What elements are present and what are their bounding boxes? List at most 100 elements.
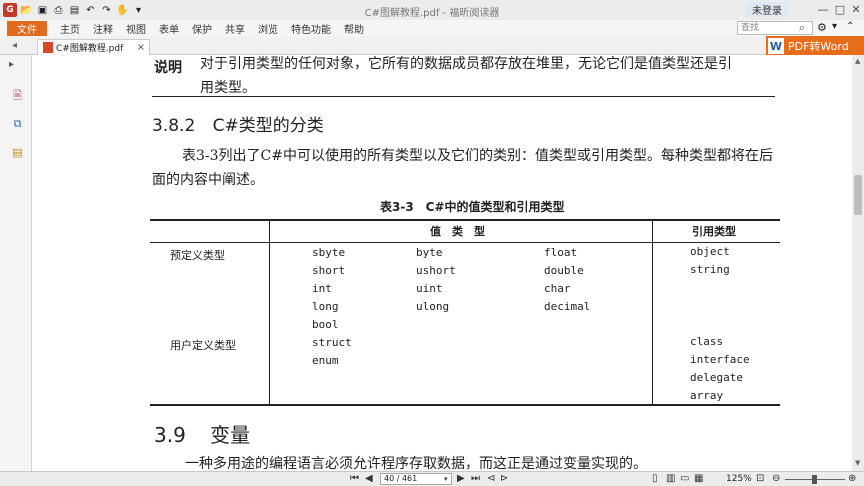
layers-icon[interactable]: ▤ — [11, 145, 24, 159]
menu-protect[interactable]: 保护 — [192, 21, 212, 36]
ref-keyword: class — [690, 335, 724, 348]
menu-help[interactable]: 帮助 — [344, 21, 364, 36]
window-title: C#图解教程.pdf - 福昕阅读器 — [364, 8, 500, 19]
facing-page-icon[interactable]: ▦ — [694, 473, 703, 484]
next-page-icon[interactable]: ▶ — [457, 473, 465, 484]
scroll-thumb[interactable] — [854, 175, 862, 215]
zoom-slider-handle[interactable] — [812, 475, 817, 484]
tab-bar: ◂ C#图解教程.pdf × — [0, 37, 864, 55]
menu-form[interactable]: 表单 — [159, 21, 179, 36]
table-header-ref: 引用类型 — [692, 225, 736, 238]
section-title: C#类型的分类 — [212, 116, 324, 136]
document-tab[interactable]: C#图解教程.pdf × — [37, 39, 150, 55]
menu-home[interactable]: 主页 — [60, 21, 80, 36]
ref-keyword: interface — [690, 353, 750, 366]
app-logo: G — [3, 3, 17, 17]
bottom-paragraph: 一种多用途的编程语言必须允许程序存取数据，而这正是通过变量实现的。 — [185, 456, 647, 471]
undo-icon[interactable]: ↶ — [84, 4, 97, 17]
pages-icon[interactable]: ⧉ — [11, 117, 24, 131]
type-keyword: uint — [416, 282, 443, 295]
save-as-icon[interactable]: ▤ — [68, 4, 81, 17]
menu-features[interactable]: 特色功能 — [291, 21, 331, 36]
section-number: 3.8.2 — [152, 116, 196, 136]
scroll-down-icon[interactable]: ▼ — [855, 459, 860, 467]
redo-icon[interactable]: ↷ — [100, 4, 113, 17]
pdf-to-word-button[interactable]: W PDF转Word — [766, 36, 864, 56]
type-keyword: double — [544, 264, 584, 277]
search-icon[interactable]: ⌕ — [799, 21, 805, 35]
type-keyword: decimal — [544, 300, 591, 313]
page-back-icon[interactable]: ⊲ — [487, 473, 495, 484]
zoom-level[interactable]: 125% — [726, 474, 752, 484]
collapse-ribbon-icon[interactable]: ⌃ — [846, 21, 854, 32]
minimize-button[interactable]: — — [815, 1, 831, 17]
menu-file[interactable]: 文件 — [7, 21, 47, 36]
ref-keyword: delegate — [690, 371, 743, 384]
login-button[interactable]: 未登录 — [746, 2, 788, 17]
dropdown-icon[interactable]: ▾ — [832, 21, 837, 32]
scroll-up-icon[interactable]: ▲ — [855, 57, 860, 65]
pdf-to-word-label: PDF转Word — [788, 40, 849, 53]
type-keyword: bool — [312, 318, 339, 331]
pdf-file-icon — [43, 42, 53, 53]
print-icon[interactable]: ⎙ — [52, 4, 65, 17]
menu-browse[interactable]: 浏览 — [258, 21, 278, 36]
bookmark-icon[interactable]: 🗎 — [11, 89, 24, 103]
page-dropdown-icon[interactable]: ▾ — [444, 475, 448, 483]
hand-icon[interactable]: ✋ — [116, 4, 129, 17]
zoom-in-icon[interactable]: ⊕ — [848, 473, 856, 484]
prev-page-icon[interactable]: ◀ — [365, 473, 373, 484]
two-page-icon[interactable]: ▭ — [680, 473, 689, 484]
customize-icon[interactable]: ▾ — [132, 4, 145, 17]
type-keyword: short — [312, 264, 346, 277]
next-section-number: 3.9 — [154, 423, 186, 447]
maximize-button[interactable]: □ — [832, 1, 848, 17]
first-page-icon[interactable]: ⏮ — [350, 473, 359, 484]
section-heading: 3.8.2 C#类型的分类 — [152, 111, 324, 136]
tab-arrow-icon[interactable]: ◂ — [12, 40, 17, 51]
tab-label: C#图解教程.pdf — [56, 44, 124, 54]
last-page-icon[interactable]: ⏭ — [471, 473, 480, 484]
settings-icon[interactable]: ⚙ — [817, 21, 827, 34]
open-icon[interactable]: 📂 — [20, 4, 33, 17]
single-page-icon[interactable]: ▯ — [652, 473, 658, 484]
table-top-rule — [150, 219, 780, 221]
type-keyword: enum — [312, 354, 339, 367]
row-label-predefined: 预定义类型 — [170, 249, 225, 262]
row-label-user: 用户定义类型 — [170, 339, 236, 352]
ref-keyword: string — [690, 263, 730, 276]
type-keyword: int — [312, 282, 332, 295]
status-bar: ⏮ ◀ 40 / 461 ▾ ▶ ⏭ ⊲ ⊳ ▯ ▥ ▭ ▦ 125% ⊡ ⊖ … — [0, 471, 864, 486]
document-page: 说明 对于引用类型的任何对象，它所有的数据成员都存放在堆里，无论它们是值类型还是… — [32, 55, 852, 471]
paragraph: 表3-3列出了C#中可以使用的所有类型以及它们的类别：值类型或引用类型。每种类型… — [152, 148, 773, 188]
continuous-page-icon[interactable]: ▥ — [666, 473, 675, 484]
save-icon[interactable]: ▣ — [36, 4, 49, 17]
menu-view[interactable]: 视图 — [126, 21, 146, 36]
table-header-rule — [150, 242, 780, 243]
zoom-out-icon[interactable]: ⊖ — [772, 473, 780, 484]
tab-close-icon[interactable]: × — [137, 42, 145, 53]
type-keyword: ushort — [416, 264, 456, 277]
note-text: 对于引用类型的任何对象，它所有的数据成员都存放在堆里，无论它们是值类型还是引 用… — [200, 55, 780, 100]
page-forward-icon[interactable]: ⊳ — [500, 473, 508, 484]
ref-keyword: object — [690, 245, 730, 258]
type-keyword: struct — [312, 336, 352, 349]
table-caption: 表3-3 C#中的值类型和引用类型 — [380, 200, 565, 214]
fit-page-icon[interactable]: ⊡ — [756, 473, 764, 484]
expand-panel-icon[interactable]: ▸ — [9, 59, 14, 70]
page-number-input[interactable]: 40 / 461 — [380, 473, 452, 485]
close-button[interactable]: ✕ — [848, 1, 864, 17]
menu-comment[interactable]: 注释 — [93, 21, 113, 36]
type-keyword: long — [312, 300, 339, 313]
note-label: 说明 — [154, 60, 182, 76]
vertical-scrollbar[interactable]: ▲ ▼ — [852, 55, 864, 471]
type-keyword: char — [544, 282, 571, 295]
table-header-value: 值 类 型 — [430, 225, 485, 238]
table-column-rule — [269, 221, 270, 404]
next-section-title: 变量 — [210, 423, 251, 447]
menu-share[interactable]: 共享 — [225, 21, 245, 36]
table-bottom-rule — [150, 404, 780, 406]
title-bar: G 📂 ▣ ⎙ ▤ ↶ ↷ ✋ ▾ C#图解教程.pdf - 福昕阅读器 未登录… — [0, 0, 864, 20]
type-keyword: sbyte — [312, 246, 346, 259]
next-section-heading: 3.9 变量 — [154, 419, 250, 448]
